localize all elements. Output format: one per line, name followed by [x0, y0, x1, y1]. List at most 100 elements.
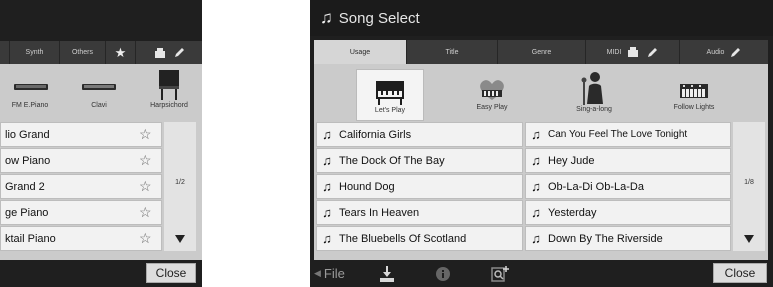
song-item[interactable]: ♫ Can You Feel The Love Tonight [525, 122, 731, 147]
category-sing-a-long[interactable]: Sing-a-long [554, 68, 634, 113]
category-label: Follow Lights [673, 104, 715, 111]
song-item[interactable]: ♫ The Bluebells Of Scotland [316, 226, 523, 251]
voice-name: Grand 2 [5, 180, 45, 193]
pencil-icon [731, 47, 741, 57]
song-item[interactable]: ♫ Hound Dog [316, 174, 523, 199]
tab-partial[interactable] [0, 41, 10, 64]
voice-name: ge Piano [5, 206, 49, 219]
close-button[interactable]: Close [713, 263, 767, 283]
voice-select-panel: Synth Others ★ FM E.Piano Clavi Harpsich… [0, 0, 202, 287]
voice-item[interactable]: ow Piano ☆ [0, 148, 162, 173]
tab-others[interactable]: Others [60, 41, 106, 64]
page-title: Song Select [338, 9, 420, 27]
song-title: Tears In Heaven [339, 206, 420, 219]
voice-name: lio Grand [5, 128, 50, 141]
star-outline-icon[interactable]: ☆ [139, 126, 161, 143]
tab-audio[interactable]: Audio [680, 40, 768, 64]
song-item[interactable]: ♫ Ob-La-Di Ob-La-Da [525, 174, 731, 199]
category-clavi[interactable]: Clavi [76, 70, 122, 109]
tab-midi[interactable]: MIDI [586, 40, 680, 64]
song-title: The Bluebells Of Scotland [339, 232, 467, 245]
scroll-down-arrow-icon[interactable] [175, 235, 185, 243]
music-note-icon: ♫ [531, 127, 541, 142]
category-follow-lights[interactable]: Follow Lights [654, 78, 734, 111]
voice-item[interactable]: ktail Piano ☆ [0, 226, 162, 251]
close-button[interactable]: Close [146, 263, 196, 283]
harpsichord-icon [159, 70, 179, 100]
singer-icon [581, 72, 603, 105]
tab-genre[interactable]: Genre [498, 40, 586, 64]
category-harpsichord[interactable]: Harpsichord [140, 66, 198, 109]
category-label: Easy Play [476, 104, 508, 111]
tab-favorites[interactable]: ★ [106, 41, 136, 64]
back-arrow-icon[interactable]: ◀ [314, 268, 321, 279]
tab-label: Genre [531, 48, 552, 56]
song-title: California Girls [339, 128, 412, 141]
keyboard-lights-icon [680, 84, 708, 98]
tab-synth[interactable]: Synth [10, 41, 60, 64]
song-title: Hound Dog [339, 180, 395, 193]
page-scroller[interactable]: 1/2 [164, 122, 196, 251]
pencil-icon [648, 47, 658, 57]
user-drive-icon [154, 47, 165, 58]
song-item[interactable]: ♫ The Dock Of The Bay [316, 148, 523, 173]
music-note-icon: ♫ [322, 179, 332, 194]
tab-usage[interactable]: Usage [314, 40, 407, 64]
voice-item[interactable]: ge Piano ☆ [0, 200, 162, 225]
title-bar: ♫ Song Select [310, 0, 773, 36]
page-indicator: 1/8 [744, 179, 754, 186]
category-label: FM E.Piano [11, 102, 49, 109]
voice-tab-bar: Synth Others ★ [0, 41, 202, 64]
star-icon: ★ [114, 44, 127, 60]
file-button[interactable]: File [324, 266, 345, 281]
tab-user-edit[interactable] [136, 41, 202, 64]
category-label: Sing-a-long [576, 106, 612, 113]
song-select-panel: ♫ Song Select Usage Title Genre MIDI Aud… [310, 0, 773, 287]
bottom-bar: ◀ File Close [310, 260, 773, 287]
star-outline-icon[interactable]: ☆ [139, 230, 161, 247]
category-fm-epiano[interactable]: FM E.Piano [7, 70, 53, 109]
category-label: Let's Play [374, 106, 406, 114]
category-label: Harpsichord [150, 102, 188, 109]
star-outline-icon[interactable]: ☆ [139, 152, 161, 169]
category-easy-play[interactable]: Easy Play [452, 76, 532, 111]
category-label: Clavi [91, 102, 107, 109]
voice-name: ktail Piano [5, 232, 56, 245]
user-drive-icon [628, 47, 639, 57]
voice-item[interactable]: lio Grand ☆ [0, 122, 162, 147]
tab-label: Synth [25, 49, 44, 56]
music-note-icon: ♫ [320, 8, 333, 27]
page-scroller[interactable]: 1/8 [733, 122, 765, 251]
tab-title[interactable]: Title [407, 40, 498, 64]
song-list-area: Let's Play Easy Play Sing-a-long Follow … [314, 64, 768, 260]
heart-keyboard-icon [480, 80, 504, 100]
tab-label: Title [445, 48, 459, 56]
song-item[interactable]: ♫ Tears In Heaven [316, 200, 523, 225]
search-add-icon[interactable] [491, 265, 511, 283]
star-outline-icon[interactable]: ☆ [139, 204, 161, 221]
song-tab-bar: Usage Title Genre MIDI Audio [314, 40, 768, 64]
song-title: Yesterday [548, 206, 597, 219]
star-outline-icon[interactable]: ☆ [139, 178, 161, 195]
keyboard-icon [14, 84, 48, 90]
music-note-icon: ♫ [531, 153, 541, 168]
song-title: Down By The Riverside [548, 232, 663, 245]
song-title: The Dock Of The Bay [339, 154, 445, 167]
save-download-icon[interactable] [379, 265, 395, 283]
info-icon[interactable] [435, 266, 451, 282]
song-item[interactable]: ♫ Hey Jude [525, 148, 731, 173]
category-lets-play[interactable]: Let's Play [356, 69, 424, 121]
song-item[interactable]: ♫ Down By The Riverside [525, 226, 731, 251]
tab-label: Usage [349, 48, 371, 56]
music-note-icon: ♫ [531, 179, 541, 194]
song-title: Hey Jude [548, 154, 595, 167]
scroll-down-arrow-icon[interactable] [744, 235, 754, 243]
song-item[interactable]: ♫ Yesterday [525, 200, 731, 225]
song-item[interactable]: ♫ California Girls [316, 122, 523, 147]
pencil-icon [174, 48, 184, 57]
song-title: Ob-La-Di Ob-La-Da [548, 180, 644, 193]
music-note-icon: ♫ [322, 205, 332, 220]
tab-label: MIDI [606, 48, 622, 56]
music-note-icon: ♫ [322, 127, 332, 142]
voice-item[interactable]: Grand 2 ☆ [0, 174, 162, 199]
